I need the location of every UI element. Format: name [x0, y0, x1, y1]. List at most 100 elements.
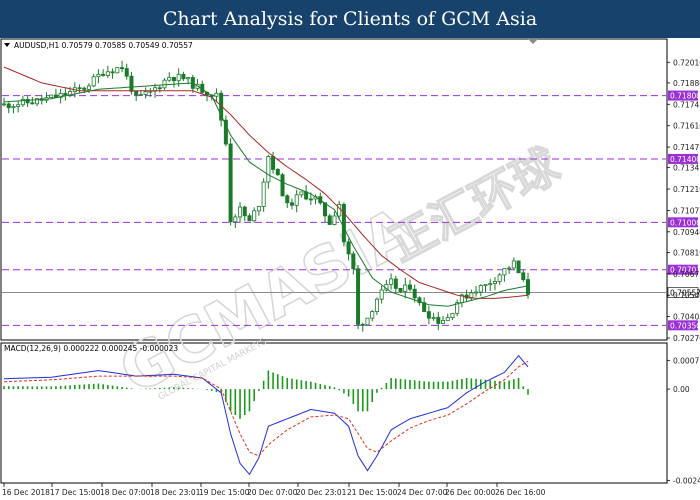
level-price-label: 0.71400: [670, 155, 700, 164]
x-tick-label: 20 Dec 07:00: [247, 488, 298, 497]
candle-body: [337, 203, 342, 217]
candle-body: [96, 73, 101, 78]
candle-body: [181, 73, 186, 80]
candle-body: [441, 320, 446, 324]
candle-body: [110, 71, 115, 74]
x-tick-label: 19 Dec 15:00: [199, 488, 250, 497]
y-tick-label: 0.72010: [673, 58, 700, 67]
candle-body: [403, 284, 408, 292]
candle-body: [483, 284, 488, 287]
candle-body: [157, 87, 162, 90]
candle-body: [478, 285, 483, 293]
candle-body: [341, 203, 346, 243]
x-tick-label: 18 Dec 23:01: [150, 488, 201, 497]
candle-body: [30, 102, 35, 105]
y-tick-label: 0.71475: [673, 143, 700, 152]
candle-body: [426, 311, 431, 319]
candle-body: [186, 77, 191, 80]
candle-body: [82, 87, 87, 90]
x-tick-label: 20 Dec 23:01: [296, 488, 347, 497]
candle-body: [2, 103, 7, 106]
candle-body: [16, 104, 21, 107]
y-tick-label: 0.70405: [673, 313, 700, 322]
candle-body: [143, 91, 148, 95]
candle-body: [49, 94, 54, 98]
candle-body: [323, 202, 328, 217]
candle-body: [228, 143, 233, 223]
candle-body: [389, 278, 394, 285]
candle-body: [445, 317, 450, 321]
candle-body: [516, 260, 521, 274]
candle-body: [6, 103, 11, 109]
candle-body: [233, 216, 238, 223]
candle-body: [379, 289, 384, 300]
candle-body: [308, 198, 313, 201]
macd-y-tick-label: 0.000775: [673, 356, 700, 365]
level-price-label: 0.71000: [670, 218, 700, 227]
candle-body: [365, 317, 370, 326]
candle-body: [115, 67, 120, 74]
candle-body: [148, 90, 153, 93]
candle-body: [356, 268, 361, 325]
candle-body: [138, 94, 143, 96]
y-tick-label: 0.70940: [673, 228, 700, 237]
candle-body: [299, 191, 304, 196]
candle-body: [285, 195, 290, 204]
candle-body: [497, 274, 502, 282]
x-tick-label: 26 Dec 16:00: [495, 488, 546, 497]
candle-body: [91, 76, 96, 87]
candle-body: [521, 272, 526, 281]
candle-body: [492, 281, 497, 284]
candle-body: [327, 215, 332, 225]
candle-body: [261, 181, 266, 207]
x-tick-label: 21 Dec 15:00: [347, 488, 398, 497]
candle-body: [214, 92, 219, 97]
candle-body: [507, 267, 512, 270]
candle-body: [488, 283, 493, 286]
symbol-info: AUDUSD,H1 0.70579 0.70585 0.70549 0.7055…: [14, 41, 193, 50]
x-tick-label: 17 Dec 15:00: [50, 488, 101, 497]
candle-body: [474, 291, 479, 294]
y-tick-label: 0.70270: [673, 334, 700, 343]
candle-body: [101, 73, 106, 76]
candle-body: [167, 77, 172, 81]
candle-body: [53, 94, 58, 98]
header-bar: Chart Analysis for Clients of GCM Asia: [0, 0, 700, 38]
macd-y-tick-label: -0.002459: [673, 476, 700, 485]
candle-body: [436, 316, 441, 324]
candle-body: [11, 106, 16, 109]
candle-body: [238, 206, 243, 218]
candle-body: [266, 156, 271, 183]
x-tick-label: 24 Dec 07:00: [397, 488, 448, 497]
candle-body: [252, 210, 257, 222]
candle-body: [412, 288, 417, 299]
candle-body: [351, 253, 356, 270]
candle-body: [134, 90, 139, 96]
candle-body: [247, 215, 252, 222]
candle-body: [271, 156, 276, 170]
x-tick-label: 16 Dec 2018: [2, 488, 50, 497]
candle-body: [370, 311, 375, 319]
y-tick-label: 0.70675: [673, 270, 700, 279]
page-title: Chart Analysis for Clients of GCM Asia: [162, 8, 538, 30]
candle-body: [407, 284, 412, 290]
candle-body: [275, 169, 280, 176]
candle-body: [398, 288, 403, 292]
candle-body: [304, 191, 309, 200]
y-tick-label: 0.71745: [673, 100, 700, 109]
y-tick-label: 0.71210: [673, 185, 700, 194]
candle-body: [171, 77, 176, 82]
candle-body: [77, 87, 82, 90]
y-tick-label: 0.70540: [673, 291, 700, 300]
candle-body: [450, 312, 455, 319]
candle-body: [393, 278, 398, 289]
macd-label: MACD(12,26,9) 0.000222 0.000245 -0.00002…: [4, 344, 178, 353]
candle-body: [242, 206, 247, 217]
chart-area: GCMASIAGLOBAL CAPITAL MARKETS正汇环球 0.7180…: [0, 38, 700, 497]
y-tick-label: 0.71610: [673, 122, 700, 131]
y-tick-label: 0.71345: [673, 164, 700, 173]
y-tick-label: 0.70810: [673, 248, 700, 257]
candle-body: [176, 73, 181, 82]
candle-body: [360, 323, 365, 326]
y-tick-label: 0.71075: [673, 206, 700, 215]
